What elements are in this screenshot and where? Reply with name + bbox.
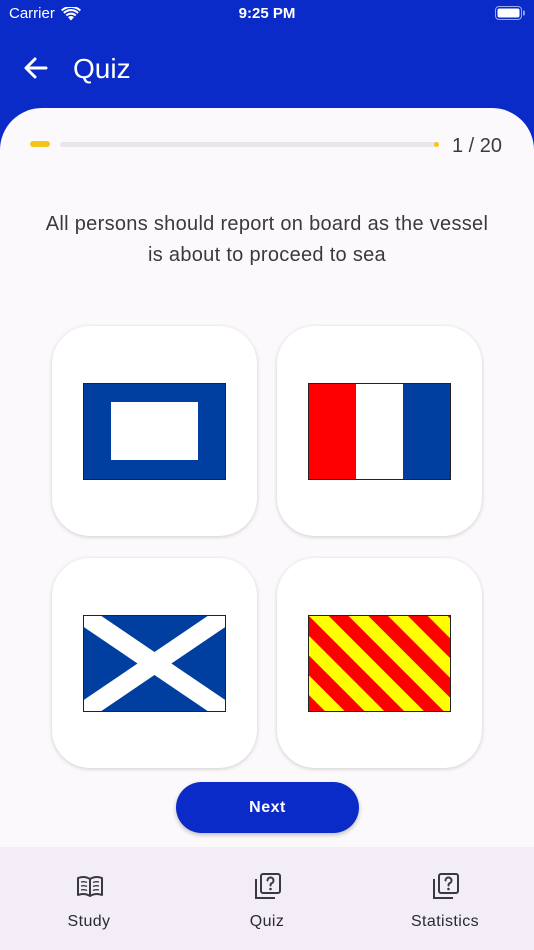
answer-option-2[interactable] [277, 326, 482, 536]
status-bar: Carrier 9:25 PM [0, 0, 534, 30]
progress-track [60, 142, 438, 147]
answer-option-3[interactable] [52, 558, 257, 768]
next-button[interactable]: Next [176, 782, 359, 833]
app-bar: Quiz [0, 30, 534, 108]
nav-item-quiz[interactable]: Quiz [178, 847, 356, 950]
nav-label-statistics: Statistics [410, 913, 479, 930]
open-book-icon [77, 875, 103, 897]
nav-item-statistics[interactable]: Statistics [356, 847, 534, 950]
nav-item-study[interactable]: Study [0, 847, 178, 950]
nav-label-study: Study [67, 913, 111, 930]
flag-yellow-red-diagonal-stripes-icon [308, 615, 451, 712]
flag-white-saltire-on-blue-icon [83, 615, 226, 712]
progress-fill [30, 141, 50, 147]
battery-icon [495, 6, 525, 20]
flag-red-white-blue-vertical-icon [308, 383, 451, 480]
progress-end-dot [434, 142, 439, 147]
quiz-progress-bar [30, 139, 440, 151]
question-text: All persons should report on board as th… [45, 213, 489, 266]
content-sheet: 1 / 20 All persons should report on boar… [0, 108, 534, 950]
quiz-icon [255, 873, 281, 899]
arrow-left-icon[interactable] [20, 52, 52, 84]
answer-option-4[interactable] [277, 558, 482, 768]
bottom-navigation: Study Quiz Statistics [0, 847, 534, 950]
nav-label-quiz: Quiz [249, 913, 285, 930]
quiz-icon [433, 873, 459, 899]
progress-count: 1 / 20 [451, 135, 502, 157]
answer-option-1[interactable] [52, 326, 257, 536]
status-time: 9:25 PM [238, 5, 296, 22]
flag-blue-white-square-icon [83, 383, 226, 480]
page-title: Quiz [73, 53, 131, 84]
